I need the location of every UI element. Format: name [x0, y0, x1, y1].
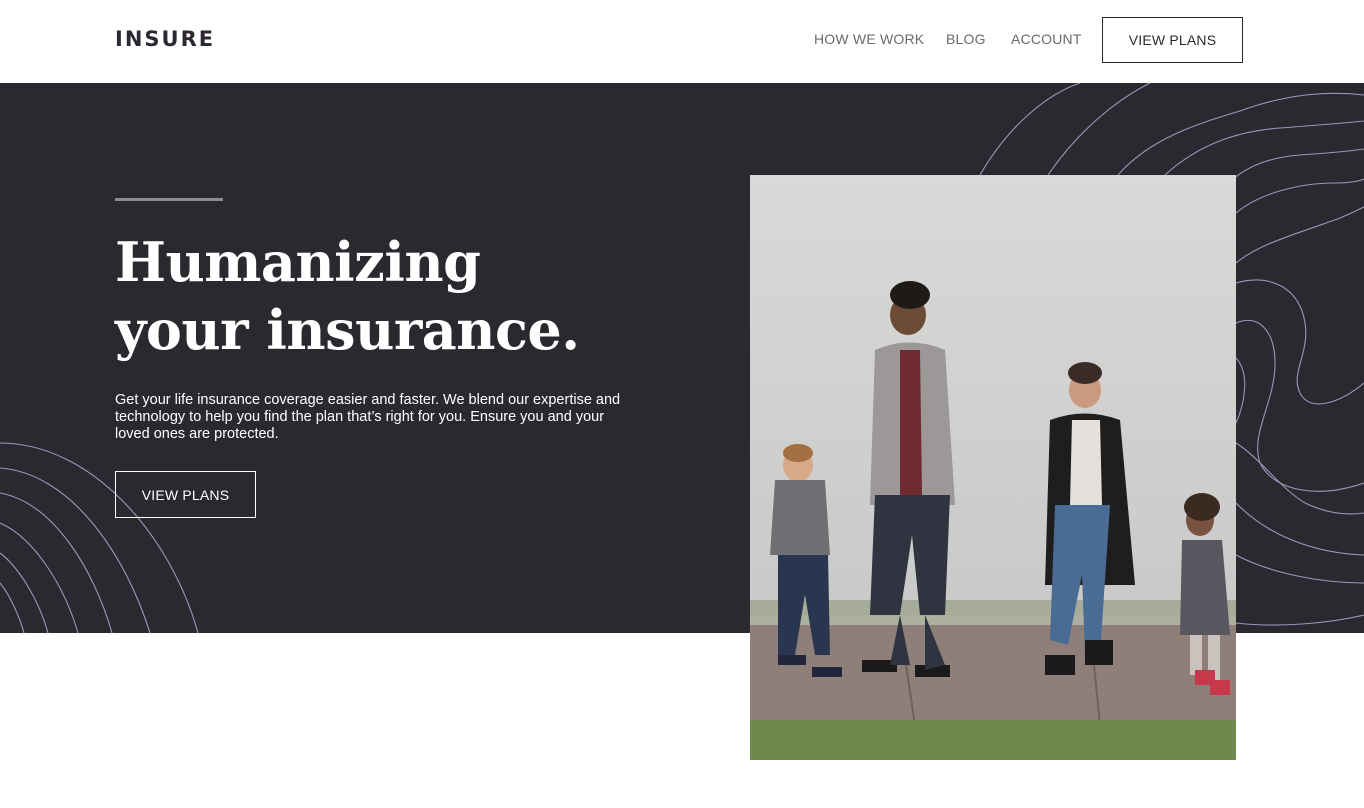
- nav-link-blog[interactable]: BLOG: [946, 31, 986, 47]
- nav-link-account[interactable]: ACCOUNT: [1011, 31, 1082, 47]
- nav-link-how-we-work[interactable]: HOW WE WORK: [814, 31, 924, 47]
- hero-headline-line1: Humanizing: [115, 230, 481, 294]
- header-view-plans-button[interactable]: VIEW PLANS: [1102, 17, 1243, 63]
- hero-headline: Humanizing your insurance.: [115, 228, 675, 364]
- family-illustration: [750, 175, 1236, 760]
- family-walking-photo: [750, 175, 1236, 760]
- hero-headline-line2: your insurance.: [115, 298, 580, 362]
- accent-divider: [115, 198, 223, 201]
- site-header: INSURE HOW WE WORK BLOG ACCOUNT VIEW PLA…: [0, 0, 1364, 83]
- hero-view-plans-button[interactable]: VIEW PLANS: [115, 471, 256, 518]
- insure-logo[interactable]: INSURE: [115, 27, 215, 51]
- hero-description: Get your life insurance coverage easier …: [115, 392, 621, 442]
